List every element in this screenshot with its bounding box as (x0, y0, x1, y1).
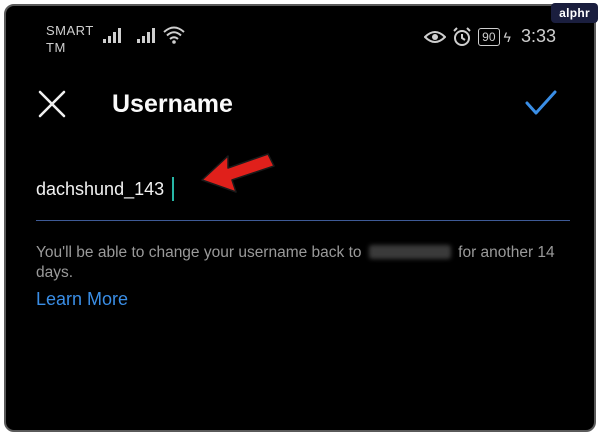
wifi-icon (163, 26, 185, 44)
username-field (36, 174, 570, 221)
helper-text-before: You'll be able to change your username b… (36, 244, 362, 261)
page-title: Username (112, 90, 233, 118)
app-header: Username (6, 82, 594, 126)
username-input[interactable] (36, 174, 176, 204)
phone-screen: SMART TM 90 ϟ 3:33 Username dachshund_14… (4, 4, 596, 432)
blurred-username (368, 245, 451, 259)
annotation-arrow-icon (201, 153, 275, 193)
eye-icon (424, 30, 447, 43)
carrier-line-2: TM (46, 40, 66, 55)
battery-icon: 90 (478, 27, 500, 46)
helper-text: You'll be able to change your username b… (36, 243, 566, 283)
clock-time: 3:33 (520, 26, 556, 46)
carrier-label: SMART TM (46, 22, 94, 56)
brand-logo: alphr (551, 3, 598, 23)
text-cursor (172, 177, 174, 201)
learn-more-link[interactable]: Learn More (36, 289, 128, 310)
status-bar: SMART TM 90 ϟ 3:33 (6, 6, 594, 66)
status-icons: 90 ϟ 3:33 (424, 26, 556, 47)
battery-level: 90 (482, 29, 496, 44)
signal-icon (103, 28, 121, 43)
charging-icon: ϟ (503, 28, 511, 45)
signal-icon (137, 28, 155, 43)
check-icon[interactable] (524, 88, 558, 118)
alarm-clock-icon (453, 26, 471, 46)
close-icon[interactable] (36, 88, 68, 120)
carrier-line-1: SMART (46, 23, 94, 38)
